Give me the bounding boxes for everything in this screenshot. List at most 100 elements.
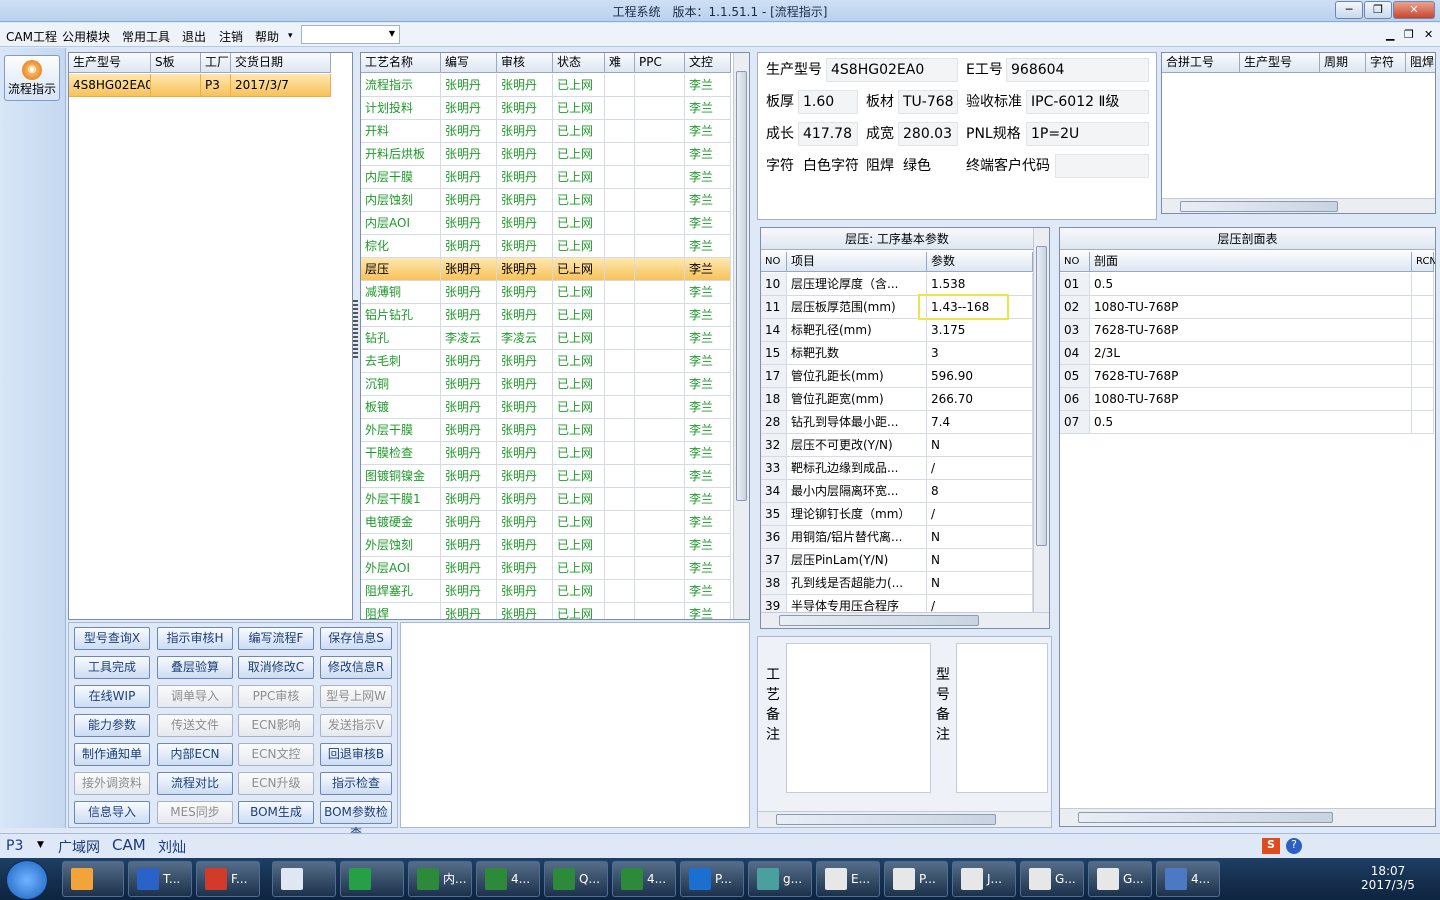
profile-cell[interactable]: 7628-TU-768P [1090, 319, 1412, 342]
params-cell[interactable]: 管位孔距长(mm) [787, 365, 927, 388]
params-cell[interactable]: 标靶孔数 [787, 342, 927, 365]
process-grid-cell[interactable] [635, 327, 685, 350]
process-grid-cell[interactable]: 钻孔 [361, 327, 441, 350]
process-grid-cell[interactable] [605, 212, 635, 235]
process-grid-cell[interactable] [635, 74, 685, 97]
params-cell[interactable]: 11 [761, 296, 787, 319]
process-grid-cell[interactable] [635, 212, 685, 235]
process-grid-cell[interactable]: 张明丹 [441, 373, 497, 396]
taskbar-item-label[interactable]: Q... [579, 872, 600, 886]
process-grid-cell[interactable]: 张明丹 [441, 442, 497, 465]
process-grid-cell[interactable]: 已上网 [553, 373, 605, 396]
process-grid-cell[interactable]: 张明丹 [441, 166, 497, 189]
taskbar-item[interactable]: G... [1088, 861, 1152, 897]
params-cell[interactable]: 10 [761, 273, 787, 296]
merge-grid-header[interactable]: 阻焊 [1406, 53, 1435, 73]
process-grid-cell[interactable]: 流程指示 [361, 74, 441, 97]
process-grid-cell[interactable]: 已上网 [553, 465, 605, 488]
process-grid-cell[interactable]: 李兰 [685, 212, 731, 235]
process-grid-cell[interactable] [605, 603, 635, 619]
process-grid-cell[interactable] [605, 327, 635, 350]
profile-cell[interactable]: 03 [1060, 319, 1090, 342]
action-button[interactable]: 调单导入 [157, 685, 233, 708]
process-grid-cell[interactable]: 已上网 [553, 166, 605, 189]
params-cell[interactable]: 7.4 [927, 411, 1033, 434]
taskbar-item[interactable]: 内... [408, 861, 472, 897]
process-grid-cell[interactable] [635, 189, 685, 212]
params-cell[interactable]: 35 [761, 503, 787, 526]
params-hscroll[interactable] [761, 612, 1049, 628]
action-button[interactable]: 回退审核B [320, 743, 392, 766]
action-button[interactable]: 叠层验算 [157, 656, 233, 679]
process-grid-cell[interactable]: 李兰 [685, 350, 731, 373]
profile-cell[interactable] [1412, 296, 1434, 319]
taskbar-item[interactable]: 4... [612, 861, 676, 897]
process-grid-cell[interactable]: 张明丹 [497, 281, 553, 304]
process-grid-cell[interactable]: 张明丹 [441, 304, 497, 327]
process-grid-cell[interactable]: 张明丹 [497, 258, 553, 281]
process-grid-cell[interactable]: 张明丹 [497, 189, 553, 212]
merge-grid-header[interactable]: 生产型号 [1240, 53, 1320, 73]
taskbar-app-icon[interactable] [417, 868, 439, 890]
process-grid-cell[interactable]: 李兰 [685, 235, 731, 258]
process-grid-cell[interactable]: 外层蚀刻 [361, 534, 441, 557]
process-grid-cell[interactable] [605, 534, 635, 557]
process-grid-cell[interactable]: 张明丹 [441, 534, 497, 557]
process-grid-cell[interactable]: 电镀硬金 [361, 511, 441, 534]
process-grid-cell[interactable] [635, 534, 685, 557]
process-grid-cell[interactable] [635, 511, 685, 534]
process-grid-cell[interactable]: 张明丹 [497, 166, 553, 189]
process-grid-cell[interactable]: 李兰 [685, 511, 731, 534]
merge-grid-hscroll[interactable] [1162, 198, 1435, 213]
process-grid-header[interactable]: PPC [635, 53, 685, 73]
taskbar-item-label[interactable]: 内... [443, 872, 466, 886]
process-grid-cell[interactable]: 张明丹 [497, 442, 553, 465]
taskbar-app-icon[interactable] [825, 868, 847, 890]
params-header[interactable]: 项目 [787, 252, 927, 272]
action-button[interactable]: 发送指示V [320, 714, 392, 737]
process-grid-cell[interactable] [605, 166, 635, 189]
taskbar-item-label[interactable]: E... [851, 872, 870, 886]
close-button[interactable]: ✕ [1393, 1, 1435, 19]
menu-tools[interactable]: 常用工具 [122, 28, 170, 45]
process-grid-cell[interactable]: 已上网 [553, 189, 605, 212]
params-cell[interactable]: 标靶孔径(mm) [787, 319, 927, 342]
taskbar-item-label[interactable]: P... [715, 872, 732, 886]
profile-cell[interactable]: 07 [1060, 411, 1090, 434]
process-grid-cell[interactable]: 张明丹 [441, 212, 497, 235]
process-grid-cell[interactable]: 张明丹 [497, 304, 553, 327]
start-button[interactable] [6, 860, 48, 900]
process-grid-cell[interactable]: 张明丹 [441, 350, 497, 373]
process-grid-cell[interactable] [635, 281, 685, 304]
action-button[interactable]: 传送文件 [157, 714, 233, 737]
params-cell[interactable]: N [927, 434, 1033, 457]
taskbar-item[interactable]: E... [816, 861, 880, 897]
action-button[interactable]: 流程对比 [157, 772, 233, 795]
merge-grid-header[interactable]: 周期 [1320, 53, 1366, 73]
taskbar-app-icon[interactable] [205, 868, 227, 890]
process-grid-header[interactable]: 难 [605, 53, 635, 73]
process-grid-cell[interactable]: 开料后烘板 [361, 143, 441, 166]
taskbar-item[interactable] [272, 861, 336, 897]
taskbar-item-label[interactable]: J... [987, 872, 1002, 886]
action-button[interactable]: 取消修改C [238, 656, 314, 679]
taskbar-item[interactable]: G... [1020, 861, 1084, 897]
profile-scroll-thumb[interactable] [1078, 812, 1333, 823]
process-grid-cell[interactable]: 张明丹 [441, 603, 497, 619]
params-cell[interactable]: 37 [761, 549, 787, 572]
process-grid-cell[interactable] [605, 304, 635, 327]
taskbar-item-label[interactable]: 4... [511, 872, 530, 886]
params-cell[interactable]: 层压PinLam(Y/N) [787, 549, 927, 572]
process-grid-cell[interactable] [635, 580, 685, 603]
order-grid-header[interactable]: 工厂 [201, 53, 231, 73]
params-cell[interactable]: N [927, 549, 1033, 572]
params-cell[interactable]: 管位孔距宽(mm) [787, 388, 927, 411]
process-grid-cell[interactable]: 已上网 [553, 603, 605, 619]
params-cell[interactable]: 孔到线是否超能力(... [787, 572, 927, 595]
profile-cell[interactable] [1412, 273, 1434, 296]
process-grid-cell[interactable] [635, 258, 685, 281]
profile-header[interactable]: 剖面 [1090, 252, 1412, 272]
params-cell[interactable]: 层压理论厚度（含... [787, 273, 927, 296]
process-grid-cell[interactable] [605, 258, 635, 281]
taskbar-app-icon[interactable] [893, 868, 915, 890]
